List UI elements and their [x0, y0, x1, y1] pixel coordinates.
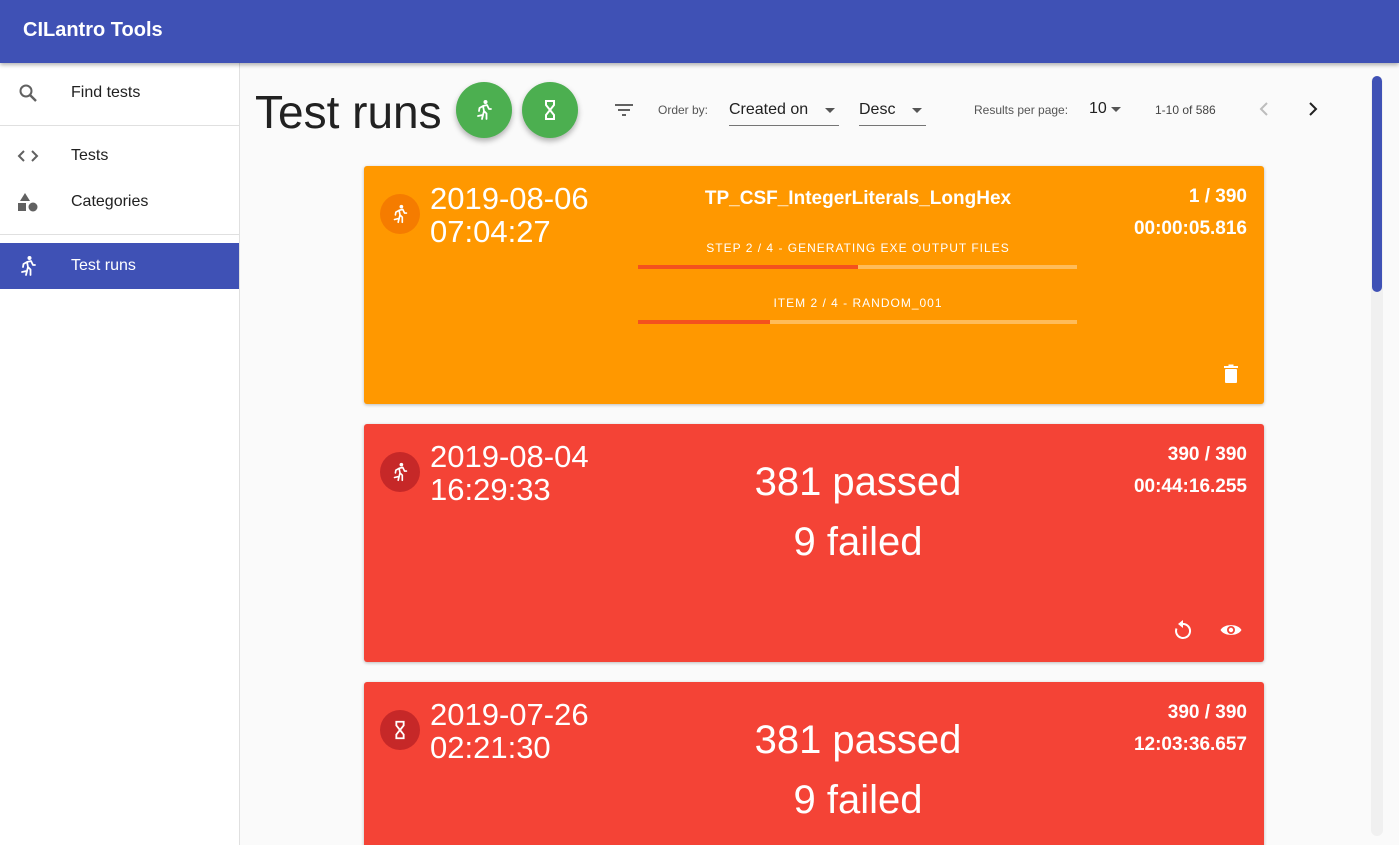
sidebar-item-label: Categories: [71, 193, 149, 210]
filter-icon[interactable]: [612, 98, 636, 122]
dropdown-arrow-icon: [1111, 107, 1121, 112]
run-icon: [477, 100, 492, 120]
step-label: STEP 2 / 4 - GENERATING EXE OUTPUT FILES: [706, 241, 1010, 255]
sidebar-item-find-tests[interactable]: Find tests: [0, 70, 239, 116]
run-icon: [393, 204, 408, 224]
run-test-count: 1 / 390: [1188, 186, 1247, 207]
sidebar-item-categories[interactable]: Categories: [0, 179, 239, 225]
sidebar-item-label: Tests: [71, 147, 109, 164]
sidebar-item-tests[interactable]: Tests: [0, 133, 239, 179]
page-title: Test runs: [255, 86, 442, 138]
app-bar: CILantro Tools: [0, 0, 1399, 63]
view-run-button[interactable]: [1219, 618, 1243, 642]
step-progress-bar: [638, 265, 1077, 269]
item-progress-bar: [638, 320, 1077, 324]
failed-count: 9 failed: [793, 520, 923, 564]
order-direction-select[interactable]: Desc: [859, 94, 926, 126]
hourglass-icon: [395, 720, 405, 740]
order-by-select[interactable]: Created on: [729, 94, 839, 126]
run-test-count: 390 / 390: [1167, 444, 1247, 465]
item-label: ITEM 2 / 4 - RANDOM_001: [773, 296, 943, 310]
run-date: 2019-08-06: [430, 181, 589, 216]
order-by-label: Order by:: [658, 103, 709, 117]
pagination-range: 1-10 of 586: [1155, 103, 1216, 117]
run-datetime: 2019-07-26 02:21:30: [430, 698, 589, 764]
dropdown-arrow-icon: [912, 108, 922, 113]
hourglass-icon: [545, 100, 555, 120]
passed-count: 381 passed: [754, 718, 962, 762]
run-time: 02:21:30: [430, 730, 551, 765]
sidebar-divider: [0, 234, 239, 235]
run-time: 16:29:33: [430, 472, 551, 507]
trash-icon: [1224, 364, 1238, 383]
eye-icon: [1220, 625, 1242, 635]
test-run-card: 2019-07-26 02:21:30 381 passed 9 failed …: [364, 682, 1264, 845]
run-status-badge: [380, 710, 420, 750]
run-datetime: 2019-08-06 07:04:27: [430, 182, 589, 248]
step-progress-fill: [638, 265, 858, 269]
run-duration: 12:03:36.657: [1133, 734, 1247, 755]
order-direction-value: Desc: [859, 101, 896, 118]
main-content: Test runs Order by: Created on Desc Resu…: [240, 63, 1399, 845]
delete-run-button[interactable]: [1219, 362, 1243, 386]
run-test-count: 390 / 390: [1167, 702, 1247, 723]
schedule-tests-button[interactable]: [522, 82, 578, 138]
test-run-card: 2019-08-06 07:04:27 TP_CSF_IntegerLitera…: [364, 166, 1264, 404]
run-date: 2019-08-04: [430, 439, 589, 474]
run-duration: 00:44:16.255: [1133, 476, 1247, 497]
search-icon: [16, 81, 40, 105]
item-progress-fill: [638, 320, 770, 324]
test-run-card: 2019-08-04 16:29:33 381 passed 9 failed …: [364, 424, 1264, 662]
results-per-page-label: Results per page:: [974, 103, 1069, 117]
dropdown-arrow-icon: [825, 108, 835, 113]
order-by-value: Created on: [729, 101, 809, 118]
run-date: 2019-07-26: [430, 697, 589, 732]
next-page-button[interactable]: [1301, 97, 1325, 121]
sidebar-item-test-runs[interactable]: Test runs: [0, 243, 239, 289]
previous-page-button[interactable]: [1252, 97, 1276, 121]
chevron-right-icon: [1309, 102, 1318, 116]
passed-count: 381 passed: [754, 460, 962, 504]
run-time: 07:04:27: [430, 214, 551, 249]
app-title: CILantro Tools: [23, 19, 163, 41]
current-test-name: TP_CSF_IntegerLiterals_LongHex: [704, 188, 1012, 209]
sidebar: Find tests Tests Categories Test runs: [0, 63, 240, 845]
scrollbar[interactable]: [1371, 76, 1383, 836]
sidebar-item-label: Find tests: [71, 84, 141, 101]
run-duration: 00:00:05.816: [1133, 218, 1247, 239]
shapes-icon: [16, 190, 40, 214]
results-per-page-select[interactable]: 10: [1089, 100, 1107, 118]
run-status-badge: [380, 194, 420, 234]
scrollbar-thumb[interactable]: [1372, 76, 1382, 292]
run-datetime: 2019-08-04 16:29:33: [430, 440, 589, 506]
run-status-badge: [380, 452, 420, 492]
run-tests-button[interactable]: [456, 82, 512, 138]
sidebar-divider: [0, 125, 239, 126]
replay-icon: [1175, 620, 1192, 639]
chevron-left-icon: [1259, 102, 1268, 116]
failed-count: 9 failed: [793, 778, 923, 822]
sidebar-item-label: Test runs: [71, 257, 136, 274]
rerun-button[interactable]: [1171, 618, 1195, 642]
run-icon: [393, 462, 408, 482]
run-icon: [16, 254, 40, 278]
code-icon: [16, 144, 40, 168]
